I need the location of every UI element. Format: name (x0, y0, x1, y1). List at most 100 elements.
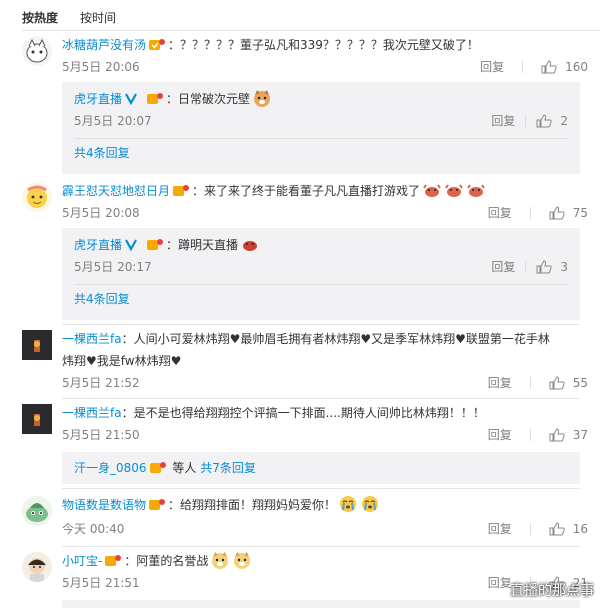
reply-button[interactable]: 回复 (488, 574, 512, 591)
reply-button[interactable]: 回复 (491, 258, 515, 275)
crab-emoji-icon (466, 180, 486, 200)
like-icon[interactable] (549, 375, 565, 390)
reply-actions: 回复 2 (491, 112, 568, 129)
comment-text: 一棵西兰fa：人间小可爱林炜翔♥最帅眉毛拥有者林炜翔♥又是季军林炜翔♥联盟第一花… (62, 332, 550, 368)
comment-actions: 回复 16 (488, 520, 588, 537)
watermark: 直播的那点事 (510, 583, 594, 599)
reply-button[interactable]: 回复 (488, 204, 512, 221)
reply-text: 虎牙直播 ：蹲明天直播 (74, 234, 260, 256)
comment-time: 5月5日 21:52 (62, 376, 140, 390)
comment-username[interactable]: 一棵西兰fa (62, 406, 122, 420)
reply-username[interactable]: 虎牙直播 (74, 92, 122, 106)
verified-v-icon (124, 90, 142, 106)
comment-item: 一棵西兰fa：人间小可爱林炜翔♥最帅眉毛拥有者林炜翔♥又是季军林炜翔♥联盟第一花… (22, 330, 588, 396)
vip-badge-icon (148, 496, 166, 510)
doge-emoji-icon (232, 550, 252, 570)
reply-time: 5月5日 20:17 (74, 260, 152, 274)
ops-divider (529, 206, 531, 219)
reply-text: 虎牙直播 ：日常破次元壁 (74, 88, 272, 110)
reply-button[interactable]: 回复 (488, 374, 512, 391)
comment-time: 5月5日 21:50 (62, 428, 140, 442)
comment-time: 今天 00:40 (62, 522, 125, 536)
avatar[interactable] (22, 496, 52, 526)
ops-divider (529, 428, 531, 441)
comment-time: 5月5日 20:06 (62, 60, 140, 74)
reply-summary-text: 汗一身_0806 等人 共7条回复 (74, 459, 256, 475)
comment-divider (62, 398, 580, 399)
comment-divider (62, 324, 580, 325)
crab-emoji-icon (240, 234, 260, 254)
reply-username[interactable]: 虎牙直播 (74, 238, 122, 252)
avatar[interactable] (22, 36, 52, 66)
like-icon[interactable] (549, 205, 565, 220)
comment-username[interactable]: 物语数是数语物 (62, 498, 146, 512)
comment-divider (62, 488, 580, 489)
comment-time: 5月5日 20:08 (62, 206, 140, 220)
avatar[interactable] (22, 330, 52, 360)
like-count: 16 (572, 521, 588, 536)
comment-item: 物语数是数语物 ：给翔翔排面！翔翔妈妈爱你！ 今天 00:40 回复 16 (22, 496, 588, 544)
more-replies-link[interactable]: 共4条回复 (74, 290, 130, 307)
comment-time: 5月5日 21:51 (62, 576, 140, 590)
vip-badge-icon (172, 182, 190, 196)
avatar[interactable] (22, 182, 52, 212)
avatar[interactable] (22, 404, 52, 434)
crab-emoji-icon (422, 180, 442, 200)
comment-text: 冰糖葫芦没有汤 ：？？？？？董子弘凡和339？？？？？我次元壁又破了！ (62, 36, 479, 52)
more-replies-link[interactable]: 共4条回复 (74, 144, 130, 161)
reply-button[interactable]: 回复 (488, 520, 512, 537)
reply-divider (74, 138, 568, 139)
sort-tabs: 按热度 按时间 (22, 9, 116, 26)
comment-username[interactable]: 小叮宝- (62, 554, 102, 568)
like-icon[interactable] (536, 259, 552, 274)
comment-username[interactable]: 冰糖葫芦没有汤 (62, 38, 146, 52)
reply-button[interactable]: 回复 (480, 58, 504, 75)
doge-emoji-icon (252, 88, 272, 108)
doge-emoji-icon (210, 550, 230, 570)
comment-username[interactable]: 一棵西兰fa (62, 332, 122, 346)
crying-emoji-icon (360, 494, 380, 514)
like-count: 75 (572, 205, 588, 220)
tab-sort-hot[interactable]: 按热度 (22, 9, 58, 26)
tabs-divider (22, 30, 600, 31)
comment-actions: 回复 55 (488, 374, 588, 391)
ops-divider (529, 376, 531, 389)
like-icon[interactable] (549, 427, 565, 442)
vip-badge-icon (104, 552, 122, 566)
crying-emoji-icon (338, 494, 358, 514)
reply-thread: 虎牙直播 ：蹲明天直播 5月5日 20:17 回复 3 共4条回复 (62, 228, 580, 320)
comment-actions: 回复 160 (480, 58, 588, 75)
verified-v-icon (124, 236, 142, 252)
reply-thread-top (62, 600, 580, 608)
ops-divider (525, 260, 527, 273)
comment-username[interactable]: 霹王怼天怼地怼日月 (62, 184, 170, 198)
comment-item: 小叮宝- ：阿董的名誉战 5月5日 21:51 回复 21 (22, 552, 588, 604)
comment-actions: 回复 75 (488, 204, 588, 221)
like-count: 55 (572, 375, 588, 390)
vip-badge-icon (149, 459, 167, 473)
vip-badge-icon (146, 90, 164, 104)
avatar[interactable] (22, 552, 52, 582)
crab-emoji-icon (444, 180, 464, 200)
reply-username[interactable]: 汗一身_0806 (74, 461, 147, 475)
comment-text: 物语数是数语物 ：给翔翔排面！翔翔妈妈爱你！ (62, 494, 580, 516)
like-icon[interactable] (541, 59, 557, 74)
ops-divider (525, 114, 527, 127)
tab-sort-time[interactable]: 按时间 (80, 9, 116, 26)
reply-button[interactable]: 回复 (488, 426, 512, 443)
more-replies-link[interactable]: 共7条回复 (200, 461, 256, 475)
ops-divider (522, 60, 524, 73)
reply-actions: 回复 3 (491, 258, 568, 275)
like-icon[interactable] (536, 113, 552, 128)
ops-divider (529, 522, 531, 535)
vip-badge-icon (146, 236, 164, 250)
reply-divider (74, 284, 568, 285)
comment-text: 一棵西兰fa：是不是也得给翔翔控个评搞一下排面....期待人间帅比林炜翔！！！ (62, 406, 485, 420)
like-count: 3 (560, 259, 568, 274)
reply-summary: 汗一身_0806 等人 共7条回复 (62, 452, 580, 484)
comment-text: 小叮宝- ：阿董的名誉战 (62, 550, 580, 572)
reply-button[interactable]: 回复 (491, 112, 515, 129)
like-count: 2 (560, 113, 568, 128)
like-icon[interactable] (549, 521, 565, 536)
vip-badge-icon (148, 36, 166, 50)
